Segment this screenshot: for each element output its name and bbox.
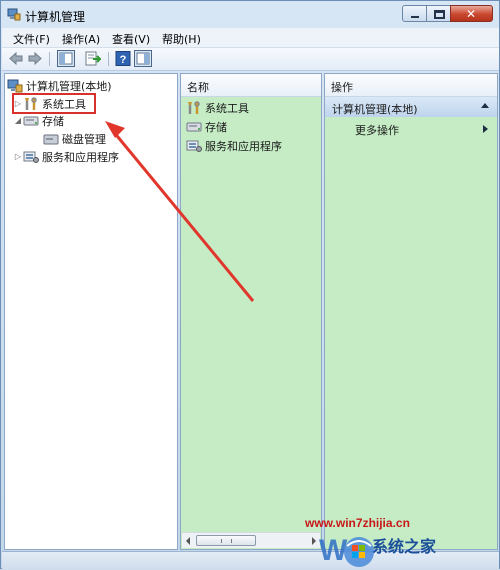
actions-group-header[interactable]: 计算机管理(本地) — [325, 97, 497, 117]
actions-pane: 操作 计算机管理(本地) 更多操作 — [324, 73, 498, 550]
tree-item-services-apps[interactable]: ▷ 服务和应用程序 — [13, 148, 119, 165]
computer-management-icon — [7, 79, 23, 92]
menu-file[interactable]: 文件(F) — [13, 31, 50, 47]
toolbar: ? — [2, 48, 499, 71]
scroll-left-icon[interactable] — [186, 537, 190, 545]
minimize-icon — [411, 16, 419, 18]
scroll-thumb[interactable] — [196, 535, 256, 546]
tree-item-label: 服务和应用程序 — [42, 150, 119, 164]
list-item[interactable]: 服务和应用程序 — [186, 137, 282, 154]
close-icon: ✕ — [466, 7, 477, 21]
list-item[interactable]: 存储 — [186, 118, 227, 135]
computer-management-window: 计算机管理 ✕ 文件(F) 操作(A) 查看(V) 帮助(H) ? 计算机管理(… — [0, 0, 500, 570]
scroll-right-icon[interactable] — [312, 537, 316, 545]
expand-icon[interactable]: ▷ — [13, 152, 23, 161]
watermark-site: 系统之家 — [372, 537, 437, 556]
services-icon — [186, 140, 202, 152]
toolbar-separator — [49, 52, 50, 66]
tree-item-label: 存储 — [42, 114, 64, 128]
storage-icon — [186, 122, 202, 131]
list-item-label: 服务和应用程序 — [205, 139, 282, 153]
actions-group-label: 计算机管理(本地) — [332, 103, 418, 116]
minimize-button[interactable] — [402, 5, 427, 22]
console-tree: 计算机管理(本地) ▷ 系统工具 ◢ 存储 磁盘管理 ▷ 服务和应用程序 — [4, 73, 178, 550]
back-arrow-icon[interactable] — [8, 51, 24, 66]
collapse-icon[interactable]: ◢ — [13, 116, 23, 125]
actions-header: 操作 — [325, 74, 497, 97]
computer-management-icon — [7, 8, 21, 21]
highlight-box — [12, 93, 96, 114]
close-button[interactable]: ✕ — [450, 5, 493, 22]
submenu-arrow-icon — [483, 125, 488, 133]
menu-help[interactable]: 帮助(H) — [162, 31, 201, 47]
toolbar-separator — [108, 52, 109, 66]
tools-icon — [188, 100, 200, 114]
disk-icon — [43, 134, 59, 144]
window-title: 计算机管理 — [25, 10, 86, 24]
show-hide-tree-icon[interactable] — [57, 50, 75, 67]
collapse-up-icon[interactable] — [481, 103, 489, 108]
tree-item-disk-management[interactable]: 磁盘管理 — [33, 130, 106, 147]
tree-item-label: 磁盘管理 — [62, 132, 106, 146]
column-header-name[interactable]: 名称 — [181, 74, 321, 97]
window-controls: ✕ — [402, 5, 493, 24]
menu-view[interactable]: 查看(V) — [112, 31, 150, 47]
content-pane: 名称 系统工具 存储 服务和应用程序 — [180, 73, 322, 550]
list-item-label: 存储 — [205, 120, 227, 134]
svg-text:?: ? — [120, 54, 127, 66]
tree-root[interactable]: 计算机管理(本地) — [7, 77, 112, 94]
menu-action[interactable]: 操作(A) — [62, 31, 100, 47]
title-bar[interactable]: 计算机管理 ✕ — [1, 1, 499, 28]
storage-icon — [23, 116, 39, 125]
list-item[interactable]: 系统工具 — [186, 99, 249, 116]
horizontal-scrollbar[interactable] — [182, 532, 320, 548]
more-actions-link[interactable]: 更多操作 — [355, 122, 399, 138]
export-list-icon[interactable] — [85, 51, 101, 66]
tree-item-storage[interactable]: ◢ 存储 — [13, 112, 64, 129]
maximize-button[interactable] — [426, 5, 451, 22]
properties-icon[interactable] — [134, 50, 152, 67]
maximize-icon — [434, 10, 445, 19]
svg-text:W: W — [319, 534, 348, 567]
help-icon[interactable]: ? — [115, 51, 131, 66]
list-item-label: 系统工具 — [205, 101, 249, 115]
tree-root-label: 计算机管理(本地) — [26, 79, 112, 93]
forward-arrow-icon[interactable] — [27, 51, 43, 66]
menu-bar: 文件(F) 操作(A) 查看(V) 帮助(H) — [2, 28, 499, 48]
services-icon — [23, 151, 39, 163]
